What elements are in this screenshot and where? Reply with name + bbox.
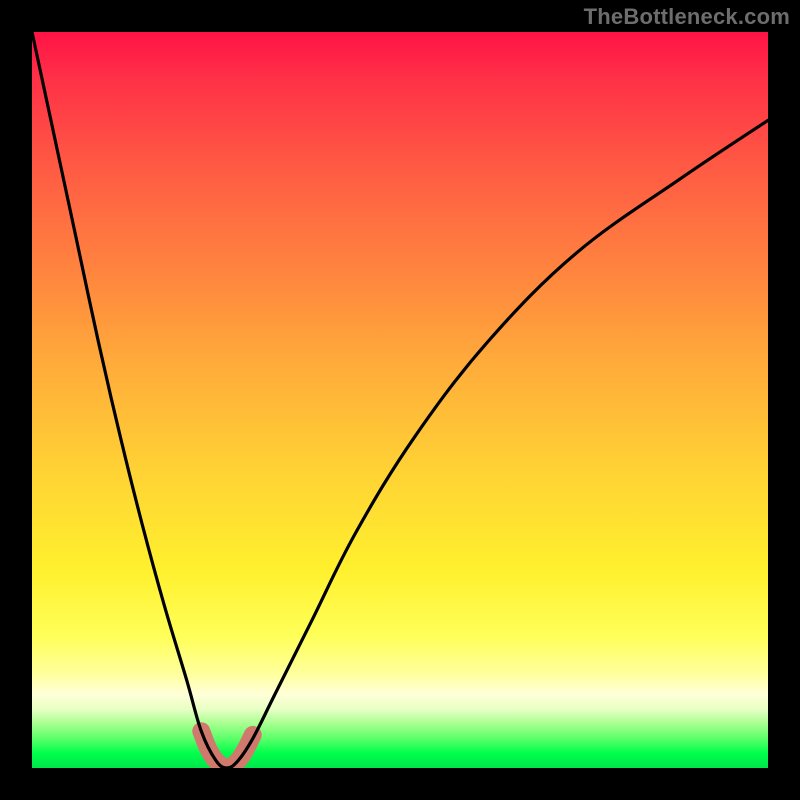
watermark-text: TheBottleneck.com <box>584 4 790 30</box>
curve-layer <box>32 32 768 768</box>
plot-area <box>32 32 768 768</box>
bottleneck-curve <box>32 32 768 768</box>
chart-frame: TheBottleneck.com <box>0 0 800 800</box>
